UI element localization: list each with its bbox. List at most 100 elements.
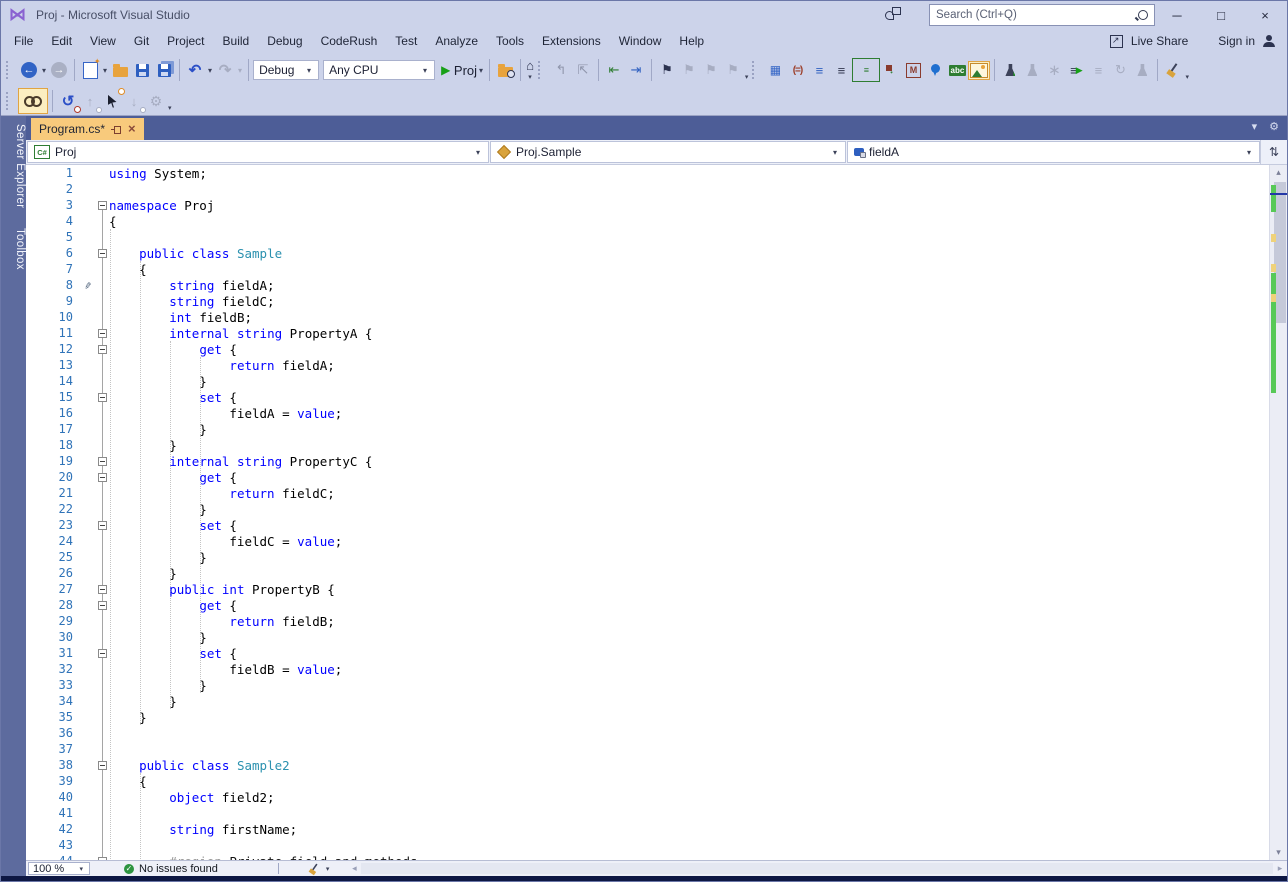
menu-item-window[interactable]: Window — [610, 31, 671, 51]
code-line[interactable]: 20 get { — [26, 469, 1270, 485]
type-dropdown[interactable]: Proj.Sample ▾ — [490, 141, 846, 163]
repeat-run-button[interactable]: ≡ — [1087, 59, 1109, 81]
import-member-button[interactable]: ↓ — [880, 59, 902, 81]
code-cleanup-caret[interactable]: ▾ — [1184, 59, 1190, 81]
code-line[interactable]: 14 } — [26, 373, 1270, 389]
minimize-button[interactable]: ─ — [1155, 1, 1199, 29]
next-bookmark-button[interactable]: ⚑ — [700, 59, 722, 81]
code-line[interactable]: 11 internal string PropertyA { — [26, 325, 1270, 341]
code-line[interactable]: 1 using System; — [26, 165, 1270, 181]
code-line[interactable]: 37 — [26, 741, 1270, 757]
code-line[interactable]: 4{ — [26, 213, 1270, 229]
code-line[interactable]: 6 public class Sample — [26, 245, 1270, 261]
project-dropdown[interactable]: C# Proj ▾ — [27, 141, 489, 163]
code-line[interactable]: 31 set { — [26, 645, 1270, 661]
maximize-button[interactable]: □ — [1199, 1, 1243, 29]
coderush-options-button[interactable]: ⚙ — [145, 90, 167, 112]
menu-item-debug[interactable]: Debug — [258, 31, 311, 51]
code-line[interactable]: 27 public int PropertyB { — [26, 581, 1270, 597]
code-editor[interactable]: 1 using System; 2 3 namespace Proj 4{5 6 publi… — [26, 165, 1287, 860]
scroll-right-icon[interactable]: ▸ — [1273, 863, 1287, 874]
redo-caret[interactable]: ▾ — [236, 66, 244, 75]
code-line[interactable]: 24 fieldC = value; — [26, 533, 1270, 549]
feedback-icon[interactable] — [885, 7, 901, 21]
code-line[interactable]: 32 fieldB = value; — [26, 661, 1270, 677]
find-in-files-button[interactable] — [494, 59, 516, 81]
line-list-button[interactable]: ≡ — [830, 59, 852, 81]
cursor-jump-button[interactable] — [101, 88, 125, 112]
refactor-button[interactable]: ↺ — [57, 90, 81, 113]
member-sections-button[interactable]: ≡ — [808, 59, 830, 81]
code-line[interactable]: 43 — [26, 837, 1270, 853]
code-line[interactable]: 9 string fieldC; — [26, 293, 1270, 309]
menu-item-git[interactable]: Git — [125, 31, 158, 51]
scroll-up-icon[interactable]: ▴ — [1270, 165, 1287, 180]
code-line[interactable]: 42 string firstName; — [26, 821, 1270, 837]
previous-bookmark-button[interactable]: ⚑ — [678, 59, 700, 81]
references-cube-button[interactable]: ▦ — [764, 59, 786, 81]
new-project-button[interactable] — [79, 57, 101, 81]
refactor-glyph-icon[interactable]: ✎ — [79, 277, 97, 293]
navigate-forward-button[interactable]: → — [48, 59, 70, 81]
code-line[interactable]: 10 int fieldB; — [26, 309, 1270, 325]
star-tests-button[interactable]: ∗ — [1043, 59, 1065, 81]
undo-caret[interactable]: ▾ — [206, 66, 214, 75]
member-dropdown[interactable]: fieldA ▾ — [847, 141, 1260, 163]
menu-item-view[interactable]: View — [81, 31, 125, 51]
open-file-button[interactable] — [109, 59, 131, 81]
toolbar-grip[interactable] — [752, 61, 761, 79]
code-line[interactable]: 12 get { — [26, 341, 1270, 357]
code-cleanup-status-button[interactable]: ▾ — [307, 862, 332, 876]
metrics-list-button[interactable]: ≡ — [852, 58, 881, 82]
undo-button[interactable]: ↶ — [184, 59, 206, 81]
side-tab-server-explorer[interactable]: Server Explorer — [1, 124, 26, 208]
code-line[interactable]: 29 return fieldB; — [26, 613, 1270, 629]
clear-bookmarks-button[interactable]: ⚑ — [722, 59, 744, 81]
spell-check-button[interactable]: abc — [946, 59, 968, 81]
code-line[interactable]: 17 } — [26, 421, 1270, 437]
menu-item-project[interactable]: Project — [158, 31, 213, 51]
new-project-caret[interactable]: ▾ — [101, 66, 109, 75]
search-box[interactable]: Search (Ctrl+Q) — [929, 4, 1155, 26]
pin-icon[interactable] — [111, 125, 122, 134]
code-line[interactable]: 44 #region Private field and methods — [26, 853, 1270, 860]
navigate-backward-caret[interactable]: ▾ — [40, 66, 48, 75]
code-line[interactable]: 7 { — [26, 261, 1270, 277]
refresh-tests-button[interactable]: ↻ — [1109, 59, 1131, 81]
code-line[interactable]: 13 return fieldA; — [26, 357, 1270, 373]
code-line[interactable]: 41 — [26, 805, 1270, 821]
close-button[interactable]: × — [1243, 1, 1287, 29]
code-line[interactable]: 16 fieldA = value; — [26, 405, 1270, 421]
code-line[interactable]: 5 — [26, 229, 1270, 245]
navigate-backward-button[interactable]: ← — [18, 59, 40, 81]
bookmark-caret[interactable]: ▾ — [744, 59, 750, 81]
document-health[interactable]: ✓ No issues found — [124, 863, 218, 875]
tab-program-cs[interactable]: Program.cs* × — [31, 118, 144, 140]
scroll-down-icon[interactable]: ▾ — [1270, 845, 1287, 860]
tab-options-gear-icon[interactable]: ⚙ — [1269, 120, 1279, 133]
side-tab-toolbox[interactable]: Toolbox — [1, 228, 26, 270]
code-line[interactable]: 33 } — [26, 677, 1270, 693]
sign-in-button[interactable]: Sign in — [1218, 34, 1255, 48]
vertical-scrollbar[interactable]: ▴ ▾ — [1269, 165, 1287, 860]
code-area[interactable]: 1 using System; 2 3 namespace Proj 4{5 6 publi… — [26, 165, 1270, 860]
coderush-toolbar-caret[interactable]: ▾ — [167, 90, 173, 112]
location-pin-button[interactable] — [924, 59, 946, 81]
horizontal-scroll-track[interactable] — [361, 863, 1273, 874]
code-line[interactable]: 34 } — [26, 693, 1270, 709]
run-all-tests-button[interactable]: ≡ ▶ — [1065, 59, 1087, 81]
menu-item-analyze[interactable]: Analyze — [426, 31, 487, 51]
menu-item-extensions[interactable]: Extensions — [533, 31, 610, 51]
indent-decrease-button[interactable]: ⇤ — [603, 59, 625, 81]
tab-close-icon[interactable]: × — [128, 122, 136, 135]
code-line[interactable]: 25 } — [26, 549, 1270, 565]
code-line[interactable]: 40 object field2; — [26, 789, 1270, 805]
code-line[interactable]: 26 } — [26, 565, 1270, 581]
menu-item-coderush[interactable]: CodeRush — [312, 31, 387, 51]
tab-list-caret-icon[interactable]: ▾ — [1252, 120, 1258, 133]
indent-increase-button[interactable]: ⇥ — [625, 59, 647, 81]
code-line[interactable]: 3 namespace Proj — [26, 197, 1270, 213]
start-debug-button[interactable]: ▶ Proj — [441, 59, 477, 81]
toolbar-grip[interactable] — [537, 61, 547, 79]
toolbar-grip[interactable] — [6, 92, 15, 110]
